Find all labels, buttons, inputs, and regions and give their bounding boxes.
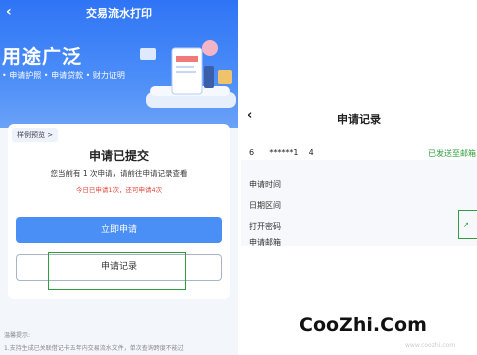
card-title: 申请已提交 bbox=[88, 149, 149, 163]
hero-illustration-icon bbox=[140, 40, 236, 108]
row-date-range: 日期区间 bbox=[249, 201, 281, 210]
watermark-logo: CooZhi.Com bbox=[299, 314, 427, 336]
hero-banner: ‹ 交易流水打印 用途广泛 • 申请护照 • 申请贷款 • 财力证明 bbox=[0, 0, 238, 128]
hero-title: 用途广泛 bbox=[2, 46, 83, 68]
status-badge: 已发送至邮箱 bbox=[428, 149, 476, 158]
hero-tags: • 申请护照 • 申请贷款 • 财力证明 bbox=[2, 71, 125, 80]
card-quota-note: 今日已申请1次，还可申请4次 bbox=[75, 186, 163, 194]
page-title: 交易流水打印 bbox=[86, 7, 152, 20]
records-button-highlight bbox=[48, 252, 186, 290]
left-screen: ‹ 交易流水打印 用途广泛 • 申请护照 • 申请贷款 • 财力证明 样例预览 … bbox=[0, 0, 238, 355]
tips-heading: 温馨提示: bbox=[4, 332, 31, 339]
card-number: 6 ******1 4 bbox=[249, 148, 314, 157]
right-screen: ‹ 申请记录 6 ******1 4 已发送至邮箱 申请时间 日期区间 打开密码… bbox=[241, 104, 477, 264]
cursor-icon: ↗ bbox=[463, 221, 469, 229]
records-title: 申请记录 bbox=[337, 113, 381, 126]
watermark-url: www.coozhi.com bbox=[405, 342, 456, 349]
row-email: 申请邮箱 bbox=[249, 238, 281, 247]
apply-now-button[interactable]: 立即申请 bbox=[16, 217, 222, 243]
row-apply-time: 申请时间 bbox=[249, 180, 281, 189]
sample-preview-link[interactable]: 样例预览 > bbox=[12, 128, 59, 142]
tips-line: 1.支持生成已关联借记卡五年内交易流水文件，单次查询跨度不能过 bbox=[4, 345, 184, 352]
row-password: 打开密码 bbox=[249, 222, 281, 231]
card-description: 您当前有 1 次申请，请前往申请记录查看 bbox=[50, 169, 188, 178]
